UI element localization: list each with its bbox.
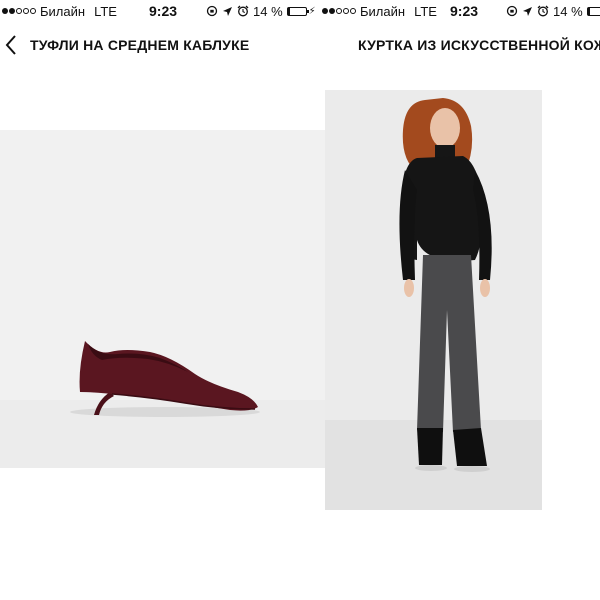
product-title-jacket[interactable]: КУРТКА ИЗ ИСКУССТВЕННОЙ КОЖ: [358, 37, 600, 53]
carrier-name: Билайн: [40, 3, 86, 19]
battery-percent: 14 %: [253, 3, 283, 19]
status-bar-left: Билайн LTE 9:23 14 % ⚡: [0, 0, 320, 22]
battery-icon: [586, 6, 600, 16]
status-time: 9:23: [450, 3, 479, 19]
charging-icon: ⚡: [308, 5, 316, 17]
chevron-left-icon: [5, 35, 16, 55]
alarm-icon: [237, 5, 249, 17]
alarm-icon: [537, 5, 549, 17]
signal-strength-icon: [322, 8, 357, 14]
back-button[interactable]: [0, 28, 22, 62]
signal-strength-icon: [2, 8, 37, 14]
product-image-shoes[interactable]: [0, 130, 325, 468]
location-arrow-icon: [222, 6, 233, 17]
system-icons: 14 % ⚡: [206, 4, 316, 19]
orientation-lock-icon: [506, 5, 518, 17]
product-title-shoes[interactable]: ТУФЛИ НА СРЕДНЕМ КАБЛУКЕ: [30, 37, 249, 53]
status-time: 9:23: [149, 3, 178, 19]
location-arrow-icon: [522, 6, 533, 17]
battery-icon: [286, 6, 309, 16]
app-screen: Билайн LTE 9:23 14 % ⚡ Билайн LTE 9:23 1…: [0, 0, 600, 600]
network-type: LTE: [414, 3, 437, 19]
battery-percent: 14 %: [553, 3, 583, 19]
status-bar-right: Билайн LTE 9:23 14 %: [320, 0, 600, 22]
carrier-name: Билайн: [360, 3, 406, 19]
product-image-jacket[interactable]: [325, 90, 542, 510]
system-icons: 14 %: [506, 4, 600, 19]
network-type: LTE: [94, 3, 117, 19]
orientation-lock-icon: [206, 5, 218, 17]
